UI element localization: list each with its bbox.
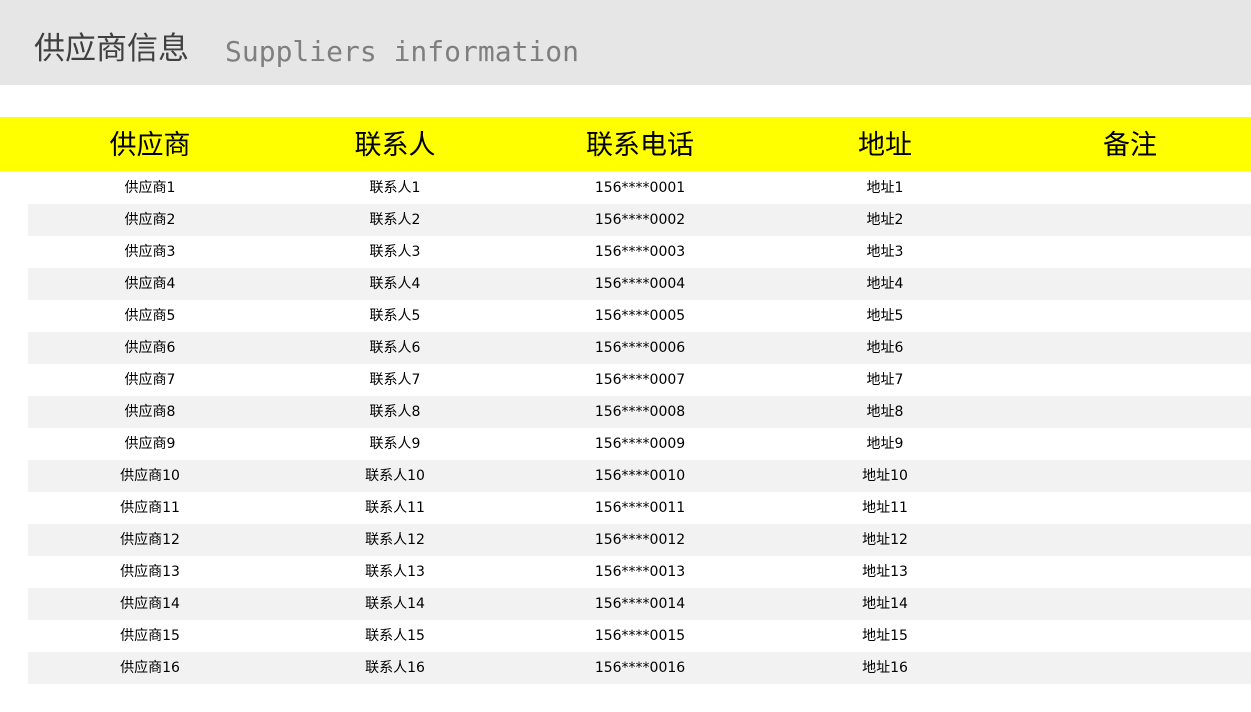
table-row: 供应商10 联系人10 156****0010 地址10 (28, 460, 1251, 492)
cell-address: 地址9 (866, 436, 904, 452)
cell-address: 地址2 (866, 212, 904, 228)
table-header-row: 供应商 联系人 联系电话 地址 备注 (0, 117, 1251, 171)
cell-contact: 联系人6 (369, 340, 421, 356)
column-header-phone: 联系电话 (586, 130, 694, 161)
cell-contact: 联系人2 (369, 212, 421, 228)
cell-address: 地址1 (866, 180, 904, 196)
cell-phone: 156****0010 (594, 468, 686, 484)
page-title-en: Suppliers information (225, 35, 580, 68)
cell-phone: 156****0011 (594, 500, 686, 516)
column-header-supplier: 供应商 (109, 130, 191, 161)
cell-phone: 156****0005 (594, 308, 686, 324)
cell-phone: 156****0004 (594, 276, 686, 292)
table-row: 供应商13 联系人13 156****0013 地址13 (28, 556, 1251, 588)
cell-address: 地址8 (866, 404, 904, 420)
page-title-cn: 供应商信息 (34, 31, 189, 67)
cell-contact: 联系人8 (369, 404, 421, 420)
cell-address: 地址14 (862, 596, 908, 612)
cell-phone: 156****0002 (594, 212, 686, 228)
cell-contact: 联系人13 (365, 564, 425, 580)
table-row: 供应商12 联系人12 156****0012 地址12 (28, 524, 1251, 556)
cell-address: 地址10 (862, 468, 908, 484)
column-header-notes: 备注 (1103, 130, 1157, 161)
cell-address: 地址16 (862, 660, 908, 676)
cell-address: 地址13 (862, 564, 908, 580)
cell-phone: 156****0016 (594, 660, 686, 676)
table-row: 供应商5 联系人5 156****0005 地址5 (28, 300, 1251, 332)
cell-supplier: 供应商8 (124, 404, 176, 420)
cell-address: 地址3 (866, 244, 904, 260)
table-row: 供应商14 联系人14 156****0014 地址14 (28, 588, 1251, 620)
table-row: 供应商1 联系人1 156****0001 地址1 (28, 172, 1251, 204)
cell-supplier: 供应商4 (124, 276, 176, 292)
cell-supplier: 供应商1 (124, 180, 176, 196)
cell-phone: 156****0008 (594, 404, 686, 420)
cell-contact: 联系人15 (365, 628, 425, 644)
cell-address: 地址7 (866, 372, 904, 388)
cell-phone: 156****0006 (594, 340, 686, 356)
cell-phone: 156****0014 (594, 596, 686, 612)
cell-contact: 联系人10 (365, 468, 425, 484)
cell-address: 地址4 (866, 276, 904, 292)
cell-supplier: 供应商16 (120, 660, 180, 676)
table-row: 供应商3 联系人3 156****0003 地址3 (28, 236, 1251, 268)
table-row: 供应商8 联系人8 156****0008 地址8 (28, 396, 1251, 428)
cell-phone: 156****0013 (594, 564, 686, 580)
cell-phone: 156****0001 (594, 180, 686, 196)
cell-supplier: 供应商6 (124, 340, 176, 356)
cell-supplier: 供应商5 (124, 308, 176, 324)
cell-supplier: 供应商14 (120, 596, 180, 612)
cell-contact: 联系人14 (365, 596, 425, 612)
cell-phone: 156****0012 (594, 532, 686, 548)
cell-supplier: 供应商13 (120, 564, 180, 580)
table-row: 供应商2 联系人2 156****0002 地址2 (28, 204, 1251, 236)
cell-phone: 156****0015 (594, 628, 686, 644)
cell-phone: 156****0003 (594, 244, 686, 260)
cell-address: 地址11 (862, 500, 908, 516)
cell-address: 地址12 (862, 532, 908, 548)
cell-supplier: 供应商9 (124, 436, 176, 452)
column-header-contact: 联系人 (354, 130, 436, 161)
cell-contact: 联系人4 (369, 276, 421, 292)
cell-contact: 联系人11 (365, 500, 425, 516)
cell-address: 地址6 (866, 340, 904, 356)
cell-contact: 联系人1 (369, 180, 421, 196)
cell-contact: 联系人12 (365, 532, 425, 548)
cell-supplier: 供应商11 (120, 500, 180, 516)
cell-supplier: 供应商3 (124, 244, 176, 260)
cell-address: 地址5 (866, 308, 904, 324)
cell-address: 地址15 (862, 628, 908, 644)
column-header-address: 地址 (858, 130, 912, 161)
cell-contact: 联系人16 (365, 660, 425, 676)
cell-supplier: 供应商7 (124, 372, 176, 388)
cell-supplier: 供应商10 (120, 468, 180, 484)
cell-supplier: 供应商12 (120, 532, 180, 548)
cell-supplier: 供应商2 (124, 212, 176, 228)
suppliers-table: 供应商1 联系人1 156****0001 地址1 供应商2 联系人2 156****000… (28, 172, 1251, 684)
cell-contact: 联系人7 (369, 372, 421, 388)
page-header: 供应商信息 Suppliers information (0, 0, 1251, 85)
table-row: 供应商7 联系人7 156****0007 地址7 (28, 364, 1251, 396)
table-row: 供应商15 联系人15 156****0015 地址15 (28, 620, 1251, 652)
cell-supplier: 供应商15 (120, 628, 180, 644)
cell-phone: 156****0009 (594, 436, 686, 452)
cell-contact: 联系人5 (369, 308, 421, 324)
table-row: 供应商11 联系人11 156****0011 地址11 (28, 492, 1251, 524)
table-row: 供应商6 联系人6 156****0006 地址6 (28, 332, 1251, 364)
table-row: 供应商16 联系人16 156****0016 地址16 (28, 652, 1251, 684)
cell-contact: 联系人9 (369, 436, 421, 452)
table-row: 供应商4 联系人4 156****0004 地址4 (28, 268, 1251, 300)
cell-phone: 156****0007 (594, 372, 686, 388)
cell-contact: 联系人3 (369, 244, 421, 260)
table-row: 供应商9 联系人9 156****0009 地址9 (28, 428, 1251, 460)
